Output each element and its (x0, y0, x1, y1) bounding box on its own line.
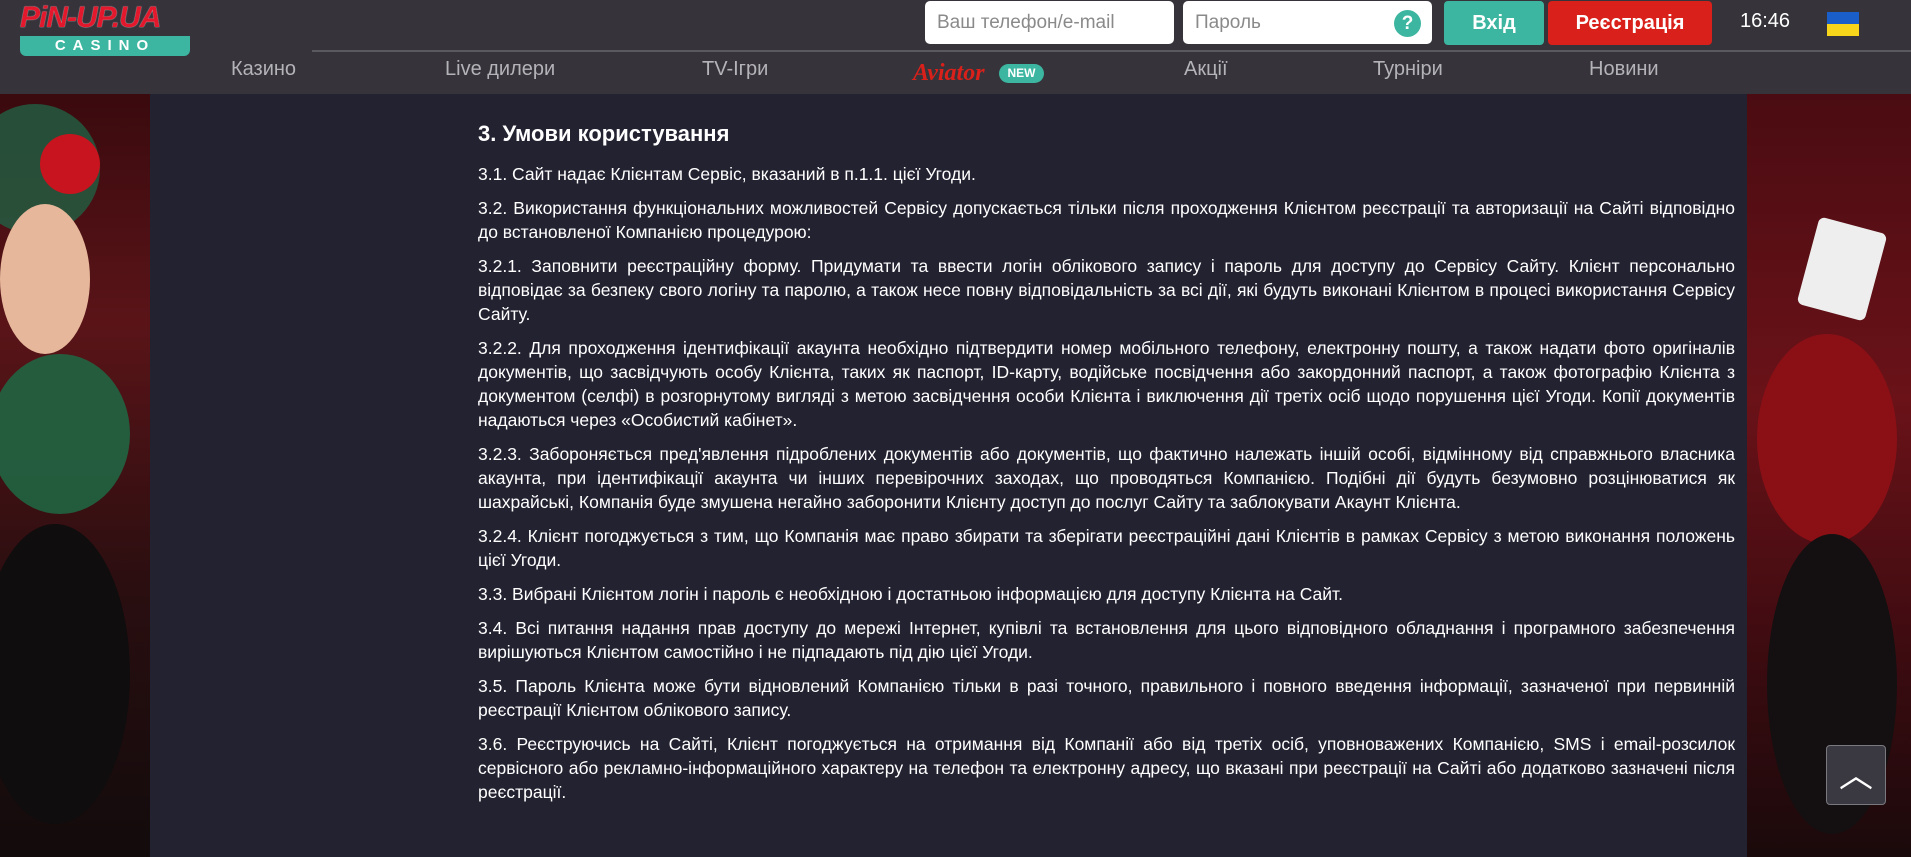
clock: 16:46 (1740, 10, 1791, 32)
logo-casino-label: CASINO (20, 36, 190, 56)
nav-item-promotions[interactable]: Акції (1184, 58, 1228, 81)
register-button[interactable]: Реєстрація (1548, 1, 1712, 45)
nav-item-news[interactable]: Новини (1589, 58, 1659, 81)
clause-3-2-2: 3.2.2. Для проходження ідентифікації ака… (478, 338, 1735, 430)
scroll-to-top-button[interactable]: ︿ (1826, 745, 1886, 805)
login-button[interactable]: Вхід (1444, 1, 1544, 45)
nav-item-tournaments[interactable]: Турніри (1373, 58, 1443, 81)
aviator-logo: Aviator (913, 60, 985, 86)
nav-item-live-dealers[interactable]: Live дилери (445, 58, 555, 81)
new-badge: NEW (999, 64, 1044, 83)
clause-3-4: 3.4. Всі питання надання прав доступу до… (478, 618, 1735, 662)
logo-wordmark: PiN-UP.UA (20, 1, 161, 34)
chevron-up-icon: ︿ (1839, 757, 1873, 795)
pin-up-logo[interactable]: PiN-UP.UA CASINO (20, 0, 190, 60)
clause-3-5: 3.5. Пароль Клієнта може бути відновлени… (478, 676, 1735, 720)
right-decorative-banner (1747, 94, 1911, 857)
terms-content-area: 3. Умови користування 3.1. Сайт надає Кл… (150, 94, 1747, 857)
clause-3-6: 3.6. Реєструючись на Сайті, Клієнт погод… (478, 734, 1735, 802)
clause-3-2: 3.2. Використання функціональних можливо… (478, 198, 1735, 242)
left-decorative-banner (0, 94, 150, 857)
nav-item-tv-games[interactable]: TV-Ігри (702, 58, 768, 81)
phone-email-input[interactable] (925, 1, 1174, 44)
clause-3-2-4: 3.2.4. Клієнт погоджується з тим, що Ком… (478, 526, 1735, 570)
section-title: 3. Умови користування (478, 121, 730, 146)
ukraine-flag-icon[interactable] (1827, 12, 1859, 36)
clause-3-2-3: 3.2.3. Забороняється пред'явлення підроб… (478, 444, 1735, 512)
clause-3-1: 3.1. Сайт надає Клієнтам Сервіс, вказани… (478, 164, 976, 184)
clause-3-3: 3.3. Вибрані Клієнтом логін і пароль є н… (478, 584, 1343, 604)
nav-item-casino[interactable]: Казино (231, 58, 296, 81)
nav-divider (312, 50, 1911, 52)
terms-document: 3. Умови користування 3.1. Сайт надає Кл… (478, 120, 1735, 814)
clause-3-2-1: 3.2.1. Заповнити реєстраційну форму. При… (478, 256, 1735, 324)
help-icon[interactable]: ? (1394, 10, 1421, 37)
header: PiN-UP.UA CASINO ? Вхід Реєстрація 16:46… (0, 0, 1911, 94)
